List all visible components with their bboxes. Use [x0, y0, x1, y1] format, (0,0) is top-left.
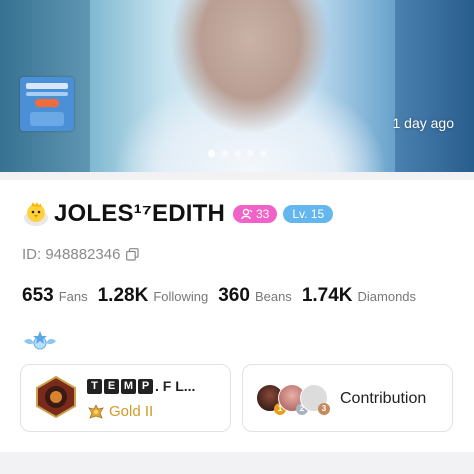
contribution-label: Contribution — [340, 390, 427, 407]
family-name-char: E — [104, 378, 119, 394]
stats-row: 653 Fans 1.28K Following 360 Beans 1.74K… — [22, 285, 426, 307]
family-rank: Gold II — [87, 403, 153, 420]
level-badge[interactable]: Lv. 15 — [283, 205, 334, 223]
fans-club-icon — [241, 208, 253, 220]
carousel-dot[interactable] — [259, 150, 267, 157]
time-ago-label: 1 day ago — [392, 115, 455, 131]
following-count[interactable]: 1.28K — [98, 285, 149, 307]
profile-name-row: JOLES¹⁷EDITH 33 Lv. 15 — [22, 200, 334, 228]
top-contributors: 1 2 3 — [256, 384, 336, 415]
chick-avatar-icon — [24, 202, 48, 226]
section-divider — [0, 172, 474, 180]
cover-thumbnail[interactable] — [20, 77, 74, 131]
copy-icon[interactable] — [126, 248, 140, 261]
family-name-char: M — [121, 378, 136, 394]
family-name: T E M P . F L... — [87, 378, 195, 394]
user-id: ID: 948882346 — [22, 246, 121, 263]
fans-label[interactable]: Fans — [59, 289, 88, 304]
fans-count[interactable]: 653 — [22, 285, 54, 307]
beans-label[interactable]: Beans — [255, 289, 292, 304]
user-id-row: ID: 948882346 — [22, 246, 140, 263]
carousel-dot[interactable] — [246, 150, 254, 157]
contributor-avatar: 3 — [300, 384, 330, 415]
carousel-dot[interactable] — [207, 150, 215, 157]
medal-icon[interactable] — [22, 329, 58, 353]
fans-club-count: 33 — [256, 207, 270, 221]
rank-badge: 3 — [318, 403, 330, 415]
username: JOLES¹⁷EDITH — [54, 200, 225, 227]
beans-count[interactable]: 360 — [218, 285, 250, 307]
profile-cover-photo[interactable]: 1 day ago — [0, 0, 474, 172]
family-card[interactable]: T E M P . F L... Gold II — [20, 364, 231, 432]
family-name-rest: . F L... — [155, 378, 196, 394]
family-rank-label: Gold II — [109, 403, 154, 420]
carousel-dots[interactable] — [0, 150, 474, 157]
family-name-char: P — [138, 378, 153, 394]
carousel-dot[interactable] — [220, 150, 228, 157]
cover-right-shade — [395, 0, 474, 172]
family-name-char: T — [87, 378, 102, 394]
following-label[interactable]: Following — [153, 289, 208, 304]
bottom-divider — [0, 452, 474, 474]
contribution-card[interactable]: 1 2 3 Contribution — [242, 364, 453, 432]
fans-club-badge[interactable]: 33 — [233, 205, 278, 223]
diamonds-count[interactable]: 1.74K — [302, 285, 353, 307]
family-logo-icon — [36, 376, 76, 418]
diamonds-label[interactable]: Diamonds — [358, 289, 417, 304]
gold-rank-icon — [88, 403, 104, 419]
carousel-dot[interactable] — [233, 150, 241, 157]
